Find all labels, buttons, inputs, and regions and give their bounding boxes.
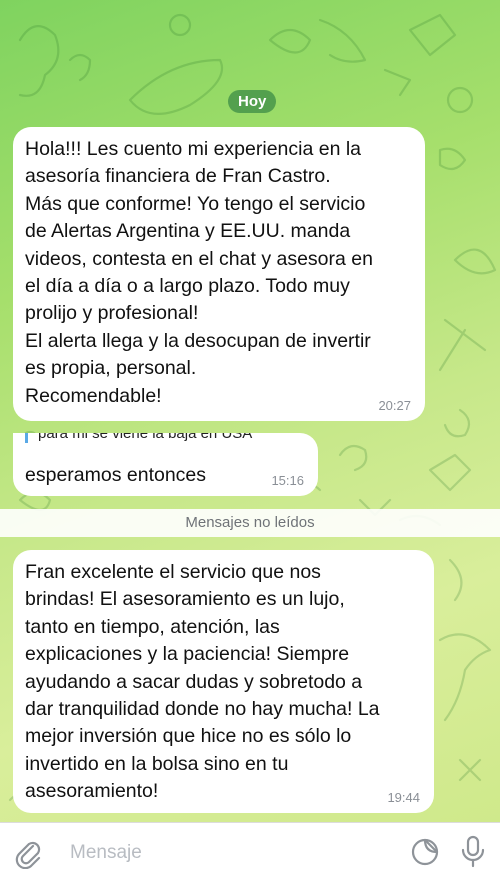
- message-bubble[interactable]: para mi se viene la baja en USA esperamo…: [13, 433, 318, 496]
- message-input[interactable]: Mensaje: [70, 841, 142, 865]
- message-text: Fran excelente el servicio que nos brind…: [25, 561, 380, 803]
- message-time: 19:44: [387, 790, 420, 805]
- message-bubble[interactable]: Hola!!! Les cuento mi experiencia en la …: [13, 127, 425, 421]
- date-separator: Hoy: [228, 90, 277, 113]
- message-time: 20:27: [378, 398, 411, 413]
- reply-quote[interactable]: para mi se viene la baja en USA: [25, 433, 318, 443]
- message-text: Hola!!! Les cuento mi experiencia en la …: [25, 138, 373, 407]
- message-text: esperamos entonces: [25, 464, 207, 486]
- message-composer: Mensaje: [0, 822, 500, 882]
- message-bubble[interactable]: Fran excelente el servicio que nos brind…: [13, 550, 434, 813]
- message-time: 15:16: [271, 473, 304, 488]
- sticker-icon[interactable]: [410, 837, 440, 867]
- paperclip-icon[interactable]: [12, 837, 44, 870]
- unread-messages-divider: Mensajes no leídos: [0, 509, 500, 537]
- microphone-icon[interactable]: [458, 835, 488, 869]
